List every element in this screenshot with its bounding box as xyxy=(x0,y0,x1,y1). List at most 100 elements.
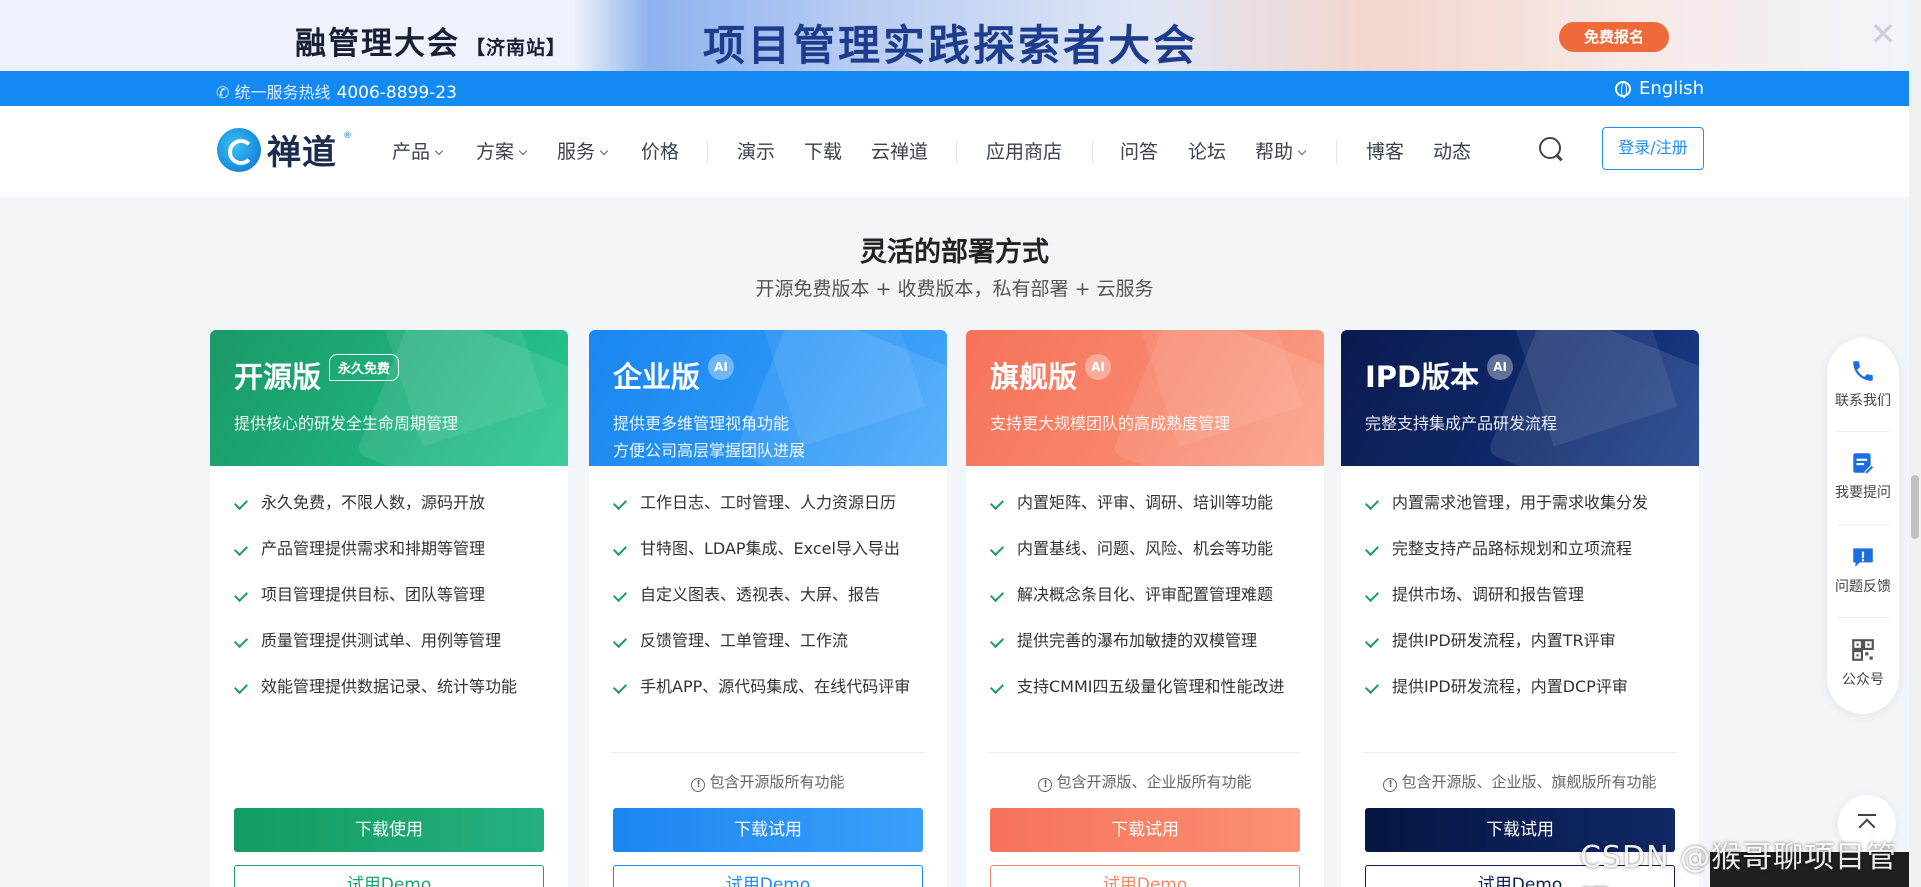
main-nav: 禅道 ® 产品 方案 服务 价格 演示 下载 云禅道 应用商店 问答 论坛 帮助… xyxy=(0,106,1909,197)
check-icon xyxy=(1364,633,1380,649)
list-item: 产品管理提供需求和排期等管理 xyxy=(233,536,544,562)
login-button[interactable]: 登录/注册 xyxy=(1602,127,1704,170)
chevron-down-icon xyxy=(518,146,528,156)
card-title: 企业版 AI xyxy=(613,354,923,396)
info-icon: ! xyxy=(1383,778,1398,792)
nav-divider xyxy=(707,140,708,164)
list-item: 反馈管理、工单管理、工作流 xyxy=(612,628,923,654)
nav-app-store[interactable]: 应用商店 xyxy=(986,137,1062,164)
scrollbar-thumb[interactable] xyxy=(1911,475,1919,539)
check-icon xyxy=(233,633,249,649)
logo-text: 禅道 xyxy=(267,133,337,173)
nav-price[interactable]: 价格 xyxy=(641,137,679,164)
nav-blog[interactable]: 博客 xyxy=(1366,137,1404,164)
list-item: 提供IPD研发流程，内置DCP评审 xyxy=(1364,674,1675,700)
nav-cloud[interactable]: 云禅道 xyxy=(871,137,928,164)
check-icon xyxy=(233,587,249,603)
card-description: 完整支持集成产品研发流程 xyxy=(1365,414,1558,433)
try-demo-button[interactable]: 试用Demo xyxy=(613,865,923,887)
list-item: 内置基线、问题、风险、机会等功能 xyxy=(989,536,1300,562)
card-header: 旗舰版 AI 支持更大规模团队的高成熟度管理 xyxy=(966,330,1324,466)
list-item: 提供市场、调研和报告管理 xyxy=(1364,582,1675,608)
section-subtitle: 开源免费版本 + 收费版本，私有部署 + 云服务 xyxy=(755,278,1154,300)
list-item: 手机APP、源代码集成、在线代码评审 xyxy=(612,674,923,700)
card-divider xyxy=(1362,752,1678,753)
phone-icon xyxy=(1853,361,1873,381)
plan-card-ipd: IPD版本 AI 完整支持集成产品研发流程 内置需求池管理，用于需求收集分发 完整… xyxy=(1341,330,1699,887)
wechat-account-button[interactable]: 公众号 xyxy=(1827,637,1899,689)
edit-icon xyxy=(1853,453,1875,475)
hotline-bar: ✆ 统一服务热线 4006-8899-23 English xyxy=(0,71,1909,106)
nav-qa[interactable]: 问答 xyxy=(1120,137,1158,164)
chevron-down-icon xyxy=(434,146,444,156)
nav-download[interactable]: 下载 xyxy=(804,137,842,164)
float-divider xyxy=(1837,431,1889,432)
download-trial-button[interactable]: 下载试用 xyxy=(990,808,1300,852)
try-demo-button[interactable]: 试用Demo xyxy=(990,865,1300,887)
nav-divider xyxy=(1092,140,1093,164)
list-item: 解决概念条目化、评审配置管理难题 xyxy=(989,582,1300,608)
logo[interactable]: 禅道 ® xyxy=(217,125,352,174)
check-icon xyxy=(989,679,1005,695)
feedback-button[interactable]: 问题反馈 xyxy=(1827,544,1899,596)
qr-code-icon xyxy=(1852,639,1874,661)
list-item: 项目管理提供目标、团队等管理 xyxy=(233,582,544,608)
nav-product[interactable]: 产品 xyxy=(392,137,444,164)
hotline: ✆ 统一服务热线 4006-8899-23 xyxy=(216,79,457,103)
check-icon xyxy=(233,541,249,557)
page-scrollbar[interactable] xyxy=(1909,0,1921,887)
download-trial-button[interactable]: 下载试用 xyxy=(613,808,923,852)
ask-question-button[interactable]: 我要提问 xyxy=(1827,450,1899,502)
language-switch[interactable]: English xyxy=(1615,78,1704,99)
card-description: 支持更大规模团队的高成熟度管理 xyxy=(990,414,1231,433)
check-icon xyxy=(612,495,628,511)
nav-news[interactable]: 动态 xyxy=(1433,137,1471,164)
promo-left-title: 融管理大会 【济南站】 xyxy=(295,26,567,62)
list-item: 提供完善的瀑布加敏捷的双模管理 xyxy=(989,628,1300,654)
list-item: 质量管理提供测试单、用例等管理 xyxy=(233,628,544,654)
promo-banner[interactable]: 融管理大会 【济南站】 项目管理实践探索者大会 免费报名 ✕ xyxy=(0,0,1909,71)
check-icon xyxy=(989,541,1005,557)
promo-signup-button[interactable]: 免费报名 xyxy=(1559,22,1669,52)
feature-list: 工作日志、工时管理、人力资源日历 甘特图、LDAP集成、Excel导入导出 自定… xyxy=(589,466,947,700)
nav-help[interactable]: 帮助 xyxy=(1255,137,1307,164)
list-item: 完整支持产品路标规划和立项流程 xyxy=(1364,536,1675,562)
download-use-button[interactable]: 下载使用 xyxy=(234,808,544,852)
list-item: 自定义图表、透视表、大屏、报告 xyxy=(612,582,923,608)
contact-us-button[interactable]: 联系我们 xyxy=(1827,358,1899,410)
nav-divider xyxy=(956,140,957,164)
check-icon xyxy=(233,679,249,695)
globe-icon xyxy=(1615,80,1631,98)
check-icon xyxy=(1364,587,1380,603)
list-item: 提供IPD研发流程，内置TR评审 xyxy=(1364,628,1675,654)
card-header: 企业版 AI 提供更多维管理视角功能 方便公司高层掌握团队进展 xyxy=(589,330,947,466)
check-icon xyxy=(612,679,628,695)
hotline-label: 统一服务热线 xyxy=(234,83,331,102)
ai-badge: AI xyxy=(708,354,735,380)
promo-station: 【济南站】 xyxy=(466,37,567,59)
free-tag: 永久免费 xyxy=(329,353,400,381)
list-item: 甘特图、LDAP集成、Excel导入导出 xyxy=(612,536,923,562)
nav-service[interactable]: 服务 xyxy=(557,137,609,164)
info-icon: ! xyxy=(691,778,706,792)
logo-registered: ® xyxy=(343,131,352,141)
check-icon xyxy=(989,633,1005,649)
card-title: 旗舰版 AI xyxy=(990,354,1300,396)
float-divider xyxy=(1837,617,1889,618)
feature-list: 永久免费，不限人数，源码开放 产品管理提供需求和排期等管理 项目管理提供目标、团… xyxy=(210,466,568,700)
nav-solution[interactable]: 方案 xyxy=(476,137,528,164)
card-header: 开源版 永久免费 提供核心的研发全生命周期管理 xyxy=(210,330,568,466)
close-icon[interactable]: ✕ xyxy=(1868,16,1898,52)
includes-note: ! 包含开源版所有功能 xyxy=(589,771,947,792)
floating-sidebar: 联系我们 我要提问 问题反馈 公众号 xyxy=(1827,338,1899,714)
search-icon[interactable] xyxy=(1539,137,1561,159)
nav-forum[interactable]: 论坛 xyxy=(1188,137,1226,164)
check-icon xyxy=(612,587,628,603)
card-header: IPD版本 AI 完整支持集成产品研发流程 xyxy=(1341,330,1699,466)
promo-main-title: 项目管理实践探索者大会 xyxy=(703,21,1199,70)
card-description: 提供核心的研发全生命周期管理 xyxy=(234,414,459,433)
try-demo-button[interactable]: 试用Demo xyxy=(234,865,544,887)
nav-demo[interactable]: 演示 xyxy=(737,137,775,164)
chevron-down-icon xyxy=(599,146,609,156)
phone-icon: ✆ xyxy=(216,83,235,102)
